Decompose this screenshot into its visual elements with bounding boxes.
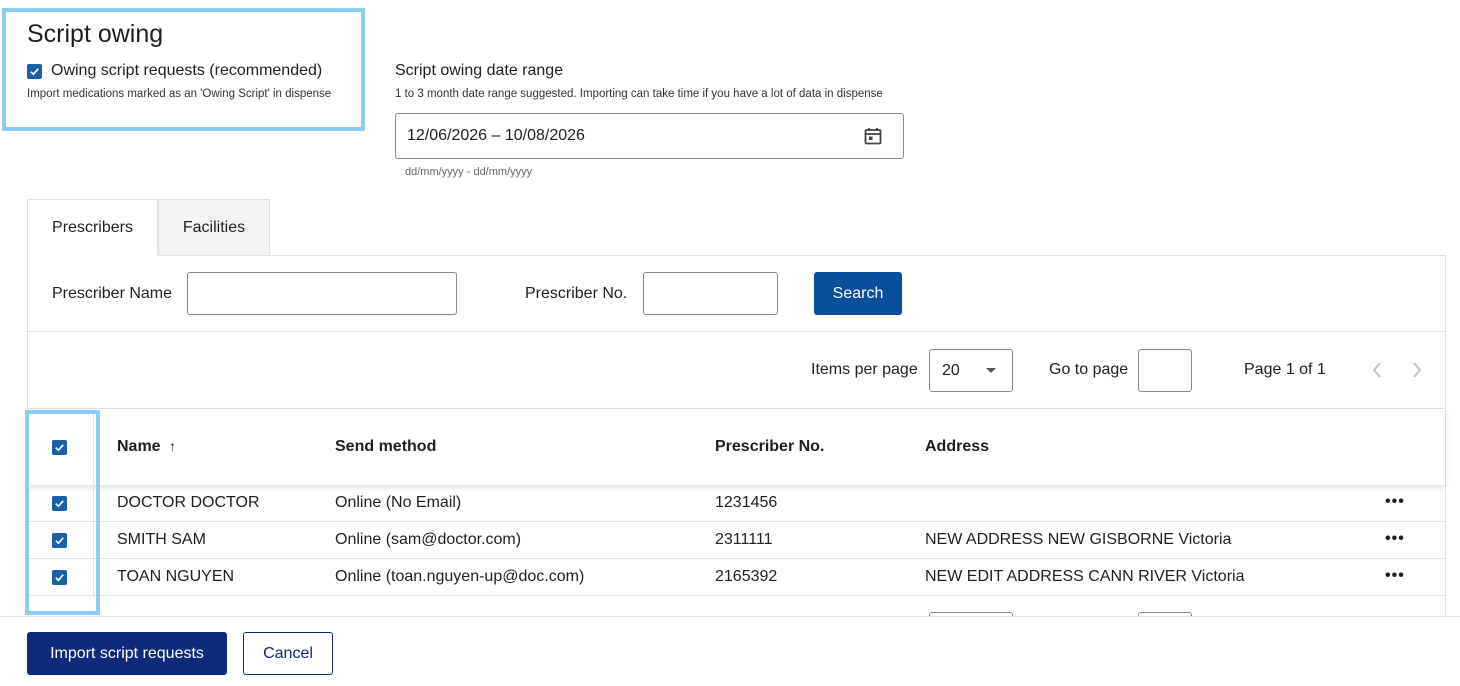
more-options-icon[interactable]: ••• [1385, 494, 1405, 510]
tab-prescribers[interactable]: Prescribers [27, 199, 158, 256]
column-header-address[interactable]: Address [925, 438, 989, 456]
row-name: TOAN NGUYEN [117, 568, 235, 585]
sort-ascending-icon: ↑ [169, 438, 177, 454]
divider [27, 331, 1446, 332]
more-options-icon[interactable]: ••• [1385, 531, 1405, 547]
column-header-name[interactable]: Name ↑ [117, 438, 176, 456]
more-options-icon[interactable]: ••• [1385, 568, 1405, 584]
prescriber-no-label: Prescriber No. [525, 285, 628, 302]
row-divider [28, 521, 1445, 522]
page-info: Page 1 of 1 [1244, 361, 1326, 378]
row-divider [28, 595, 1445, 596]
tab-facilities[interactable]: Facilities [158, 199, 270, 256]
row-address: NEW EDIT ADDRESS CANN RIVER Victoria [925, 568, 1245, 585]
go-to-page-input[interactable] [1138, 349, 1192, 392]
column-header-prescriber-no[interactable]: Prescriber No. [715, 438, 824, 456]
row-send-method: Online (No Email) [335, 494, 462, 511]
row-name: SMITH SAM [117, 531, 206, 548]
section-title: Script owing [27, 20, 164, 48]
prescriber-name-label: Prescriber Name [52, 285, 173, 302]
date-format-hint: dd/mm/yyyy - dd/mm/yyyy [405, 166, 533, 178]
date-range-input[interactable]: 12/06/2026 – 10/08/2026 [395, 113, 904, 159]
row-name: DOCTOR DOCTOR [117, 494, 260, 511]
owing-script-checkbox[interactable] [27, 64, 42, 79]
column-header-send-method[interactable]: Send method [335, 438, 436, 456]
cancel-button[interactable]: Cancel [243, 632, 333, 675]
chevron-left-icon[interactable] [1370, 360, 1384, 380]
row-address: NEW ADDRESS NEW GISBORNE Victoria [925, 531, 1232, 548]
column-header-name-label: Name [117, 438, 161, 455]
row-send-method: Online (sam@doctor.com) [335, 531, 522, 548]
row-prescriber-no: 2311111 [715, 531, 773, 548]
prescriber-no-input[interactable] [643, 272, 778, 315]
owing-script-helper-text: Import medications marked as an 'Owing S… [27, 88, 332, 100]
row-prescriber-no: 2165392 [715, 568, 778, 585]
active-tab-joiner [28, 255, 158, 257]
items-per-page-select[interactable]: 20 [929, 349, 1013, 392]
date-range-label: Script owing date range [395, 62, 564, 79]
date-range-helper-text: 1 to 3 month date range suggested. Impor… [395, 88, 883, 100]
go-to-page-label: Go to page [1049, 361, 1129, 378]
import-script-requests-button[interactable]: Import script requests [27, 632, 227, 675]
search-button[interactable]: Search [814, 272, 902, 315]
date-range-value: 12/06/2026 – 10/08/2026 [407, 127, 585, 144]
owing-script-checkbox-label: Owing script requests (recommended) [51, 62, 323, 79]
chevron-down-icon [986, 368, 996, 373]
row-send-method: Online (toan.nguyen-up@doc.com) [335, 568, 585, 585]
row-prescriber-no: 1231456 [715, 494, 778, 511]
items-per-page-value: 20 [942, 362, 960, 379]
divider [0, 616, 1460, 617]
chevron-right-icon[interactable] [1410, 360, 1424, 380]
prescriber-name-input[interactable] [187, 272, 457, 315]
check-icon [30, 68, 39, 76]
row-divider [28, 558, 1445, 559]
items-per-page-label: Items per page [811, 361, 918, 378]
calendar-icon[interactable] [863, 126, 883, 146]
highlight-frame-checkbox-column [25, 410, 100, 615]
